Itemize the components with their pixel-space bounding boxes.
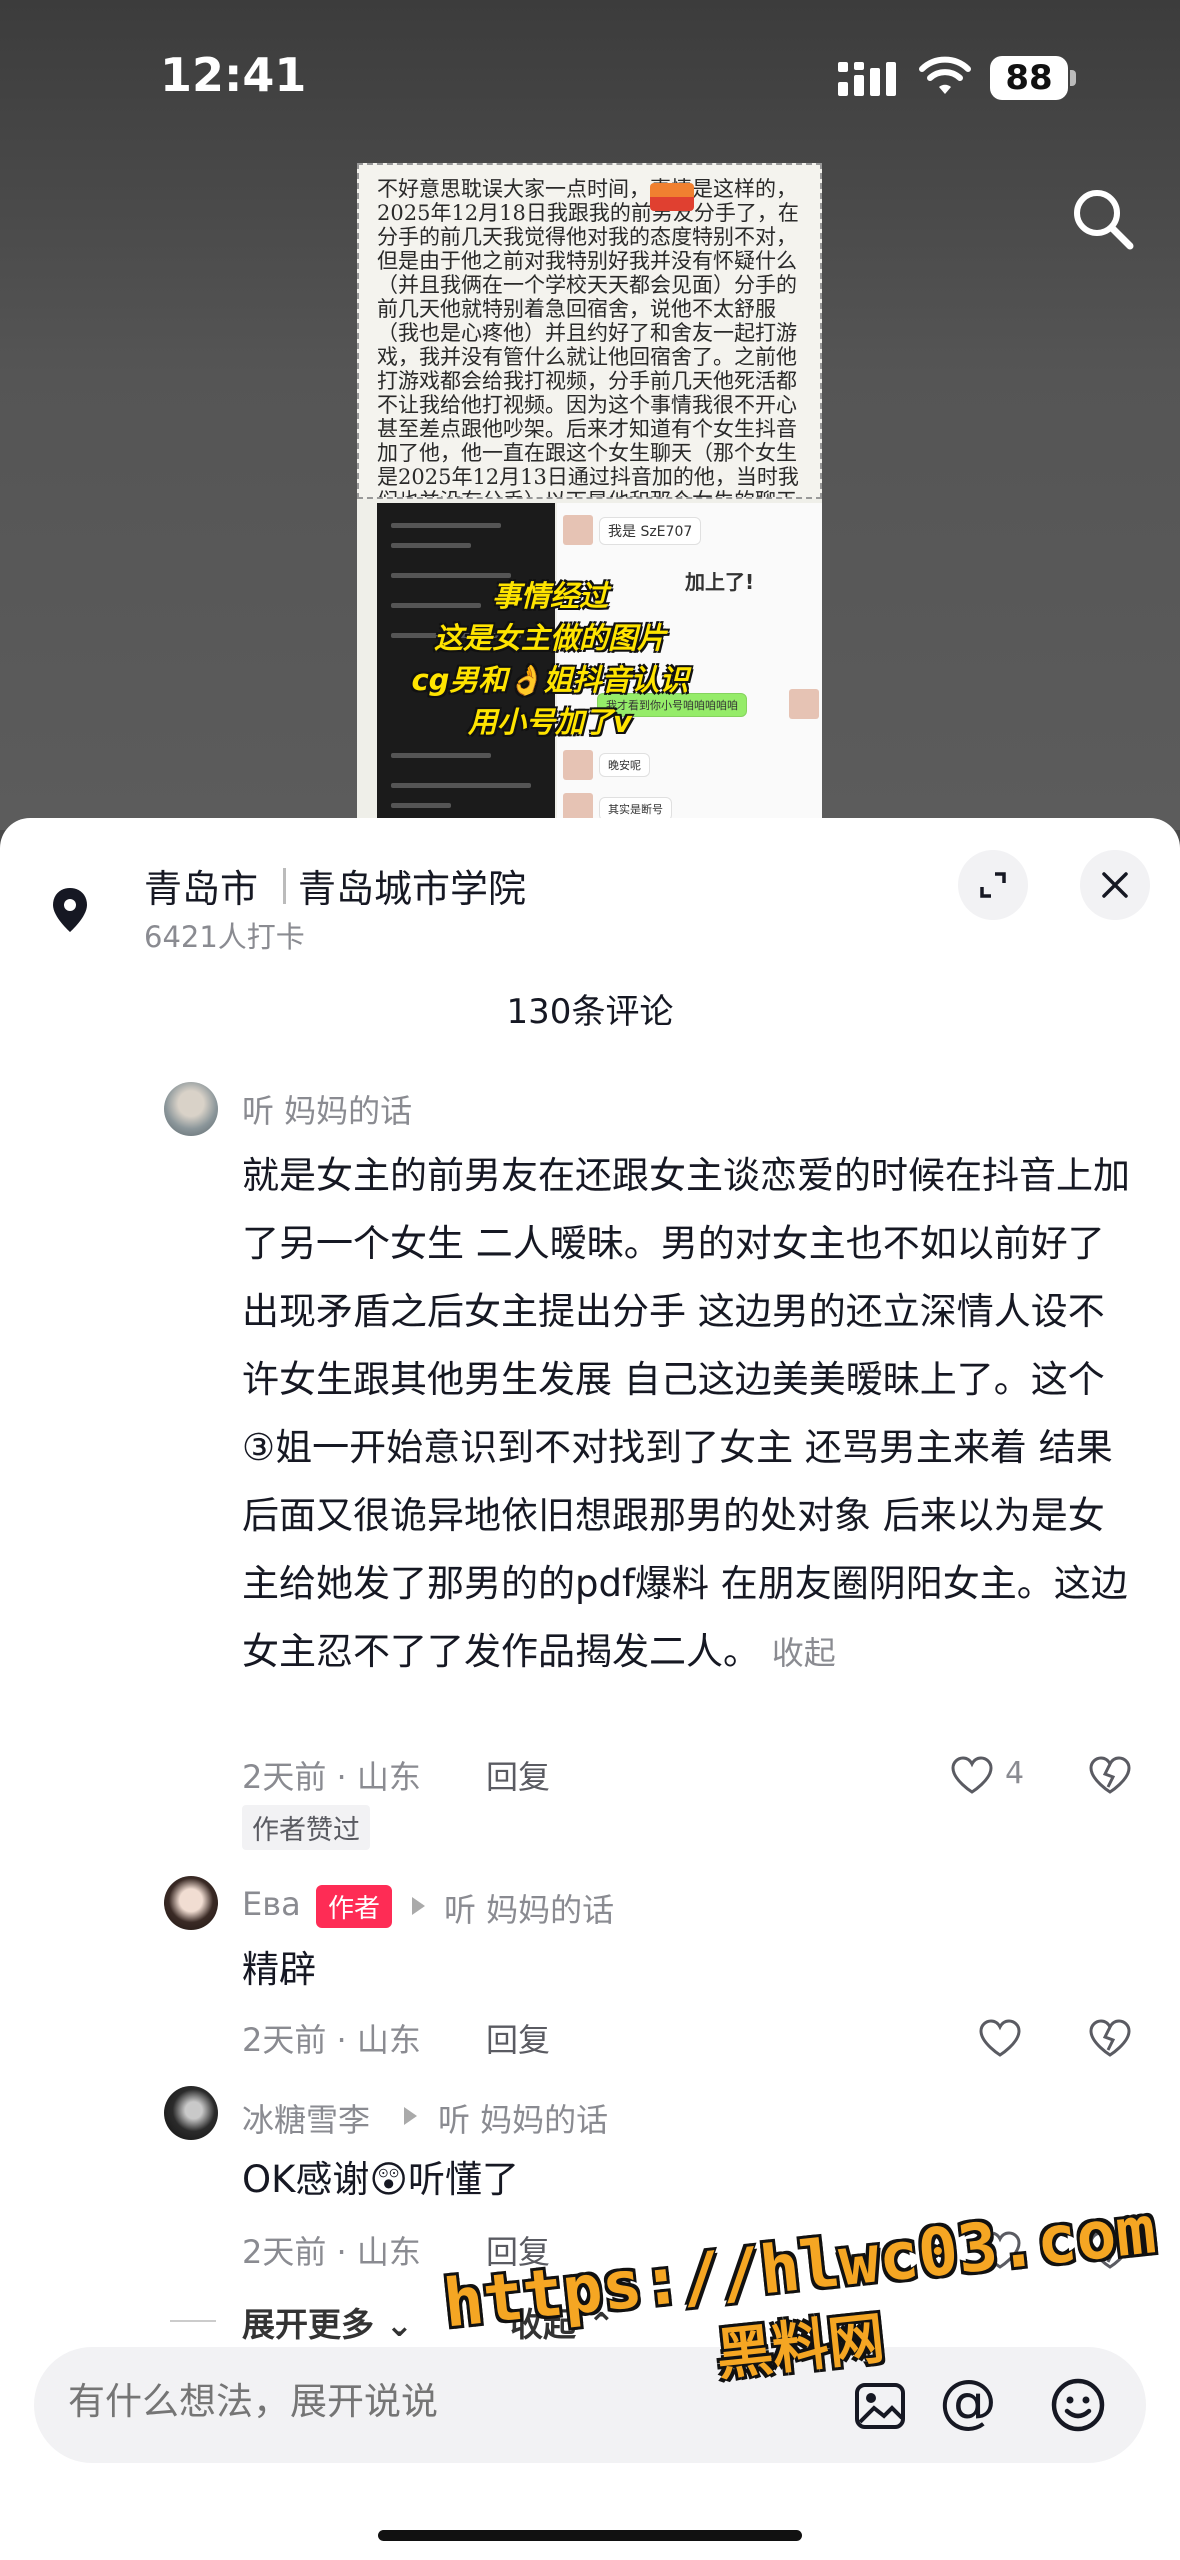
emoji-icon[interactable] <box>1050 2377 1106 2433</box>
avatar[interactable] <box>164 2086 218 2140</box>
chat-bubble: 我是 SzE707 <box>599 517 702 545</box>
expand-button[interactable] <box>958 850 1028 920</box>
battery-tip <box>1070 70 1076 86</box>
expand-divider <box>170 2320 216 2322</box>
broken-heart-icon[interactable] <box>1088 1755 1132 1795</box>
status-time: 12:41 <box>160 48 307 102</box>
caption-flag-icon <box>650 183 694 211</box>
location-pin-icon <box>53 888 87 932</box>
comment-meta: 2天前 · 山东 <box>242 2021 421 2059</box>
location-divider <box>283 868 286 904</box>
comment-username[interactable]: Ева <box>242 1885 301 1923</box>
battery-indicator: 88 <box>990 56 1068 100</box>
avatar[interactable] <box>164 1082 218 1136</box>
search-icon[interactable] <box>1070 186 1136 252</box>
comment-text: 精辟 <box>242 1948 316 1991</box>
signal-icon <box>838 62 896 96</box>
status-bar: 12:41 88 <box>0 0 1180 160</box>
video-player[interactable]: 12:41 88 不好意思耽误大家一点时间，事情是这样的，2025年12月18日… <box>0 0 1180 830</box>
checkin-count: 6421人打卡 <box>144 920 305 954</box>
collapse-link[interactable]: 收起 <box>772 1634 836 1672</box>
mention-button[interactable]: @ <box>939 2367 997 2435</box>
author-badge: 作者 <box>316 1885 393 1928</box>
expand-icon <box>980 872 1006 898</box>
reply-to-username[interactable]: 听 妈妈的话 <box>438 2095 608 2141</box>
image-icon[interactable] <box>854 2382 906 2430</box>
broken-heart-icon[interactable] <box>1088 2018 1132 2058</box>
reply-to-username[interactable]: 听 妈妈的话 <box>444 1885 614 1931</box>
comment-text-content: 就是女主的前男友在还跟女主谈恋爱的时候在抖音上加了另一个女生 二人暧昧。男的对女… <box>242 1154 1130 1673</box>
comment-meta: 2天前 · 山东 <box>242 1758 421 1796</box>
location-school[interactable]: 青岛城市学院 <box>298 858 526 913</box>
like-count: 4 <box>1005 1756 1025 1791</box>
comment-meta: 2天前 · 山东 <box>242 2233 421 2271</box>
close-button[interactable] <box>1080 850 1150 920</box>
comment-text: OK感谢😲听懂了 <box>242 2158 519 2201</box>
chat-bubble: 晚安呢 <box>599 753 650 777</box>
reply-arrow-icon <box>412 1897 425 1915</box>
reply-button[interactable]: 回复 <box>486 2015 550 2061</box>
wifi-icon <box>919 56 971 94</box>
comment-text: 就是女主的前男友在还跟女主谈恋爱的时候在抖音上加了另一个女生 二人暧昧。男的对女… <box>242 1142 1132 1687</box>
comment-username[interactable]: 冰糖雪李 <box>242 2095 370 2141</box>
comment-count-title: 130条评论 <box>506 992 674 1032</box>
comment-username[interactable]: 听 妈妈的话 <box>242 1086 412 1132</box>
heart-icon[interactable] <box>978 2018 1022 2058</box>
reply-button[interactable]: 回复 <box>486 1752 550 1798</box>
video-caption: 事情经过 这是女主做的图片 cg男和👌姐抖音认识 用小号加了v <box>385 575 715 743</box>
caption-line: 这是女主做的图片 <box>433 621 666 655</box>
expand-more-replies[interactable]: 展开更多 ⌄ <box>242 2298 413 2346</box>
home-indicator[interactable] <box>378 2530 802 2541</box>
location-city[interactable]: 青岛市 <box>144 858 258 913</box>
avatar[interactable] <box>164 1876 218 1930</box>
comment-sheet: 青岛市 青岛城市学院 6421人打卡 130条评论 听 妈妈的话 就是女主的前男… <box>0 818 1180 2560</box>
expand-more-label: 展开更多 <box>242 2305 374 2344</box>
reply-arrow-icon <box>404 2107 417 2125</box>
author-liked-badge: 作者赞过 <box>242 1805 370 1850</box>
heart-icon[interactable] <box>950 1755 994 1795</box>
document-screenshot-text: 不好意思耽误大家一点时间，事情是这样的，2025年12月18日我跟我的前男友分手… <box>357 163 822 499</box>
caption-line: 事情经过 <box>491 579 608 613</box>
caption-line: cg男和👌姐抖音认识 <box>411 663 689 697</box>
close-icon <box>1102 872 1128 898</box>
caption-line: 用小号加了v <box>468 705 632 739</box>
